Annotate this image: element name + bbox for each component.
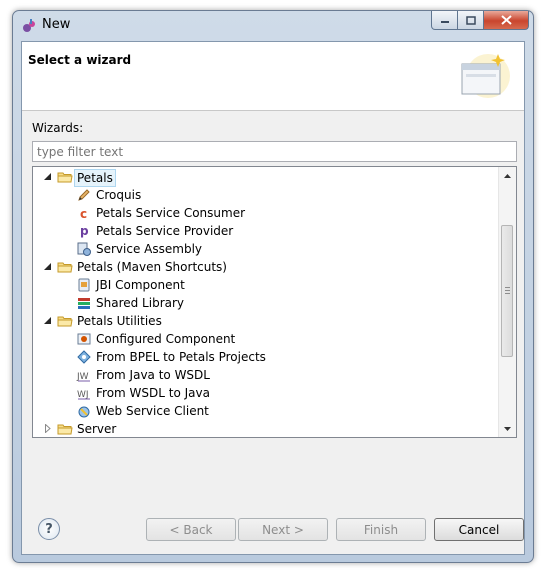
tree-category[interactable]: Server — [33, 420, 499, 437]
tree-item[interactable]: JBI Component — [33, 276, 499, 294]
folder-icon — [57, 313, 73, 329]
wizard-banner-icon — [461, 54, 510, 98]
tree-item[interactable]: Configured Component — [33, 330, 499, 348]
collapsed-arrow-icon[interactable] — [43, 424, 52, 433]
wizard-tree[interactable]: Petals Croquis c Petals Service Consumer p Pe… — [32, 166, 517, 438]
title-bar[interactable]: New — [13, 11, 533, 41]
tree-item-label: Petals Service Consumer — [96, 206, 246, 220]
wizard-header: Select a wizard — [22, 42, 524, 111]
consumer-c-icon: c — [76, 205, 92, 221]
close-button[interactable] — [484, 11, 529, 30]
folder-icon — [57, 421, 73, 437]
finish-button[interactable]: Finish — [336, 518, 426, 541]
svg-text:c: c — [80, 207, 87, 221]
folder-icon — [57, 169, 73, 185]
minimize-button[interactable] — [431, 11, 458, 30]
tree-item[interactable]: JW From Java to WSDL — [33, 366, 499, 384]
expanded-arrow-icon[interactable] — [43, 172, 52, 181]
wsdl-to-java-icon: WJ — [76, 385, 92, 401]
arrow-up-icon — [504, 173, 511, 178]
grip-line — [505, 287, 510, 288]
dialog-client-area: Select a wizard Wizards: PetalsCroquiscP… — [21, 41, 525, 555]
tree-item-label: From BPEL to Petals Projects — [96, 350, 266, 364]
tree-item[interactable]: c Petals Service Consumer — [33, 204, 499, 222]
tree-item[interactable]: Shared Library — [33, 294, 499, 312]
filter-input[interactable] — [32, 141, 517, 162]
tree-item-label: JBI Component — [96, 278, 185, 292]
tree-item-label: Petals Utilities — [77, 314, 162, 328]
tree-item[interactable]: From BPEL to Petals Projects — [33, 348, 499, 366]
svg-text:p: p — [80, 224, 89, 238]
tree-item-label: From Java to WSDL — [96, 368, 210, 382]
tree-item-label: Shared Library — [96, 296, 185, 310]
jbi-component-icon — [76, 277, 92, 293]
help-button[interactable]: ? — [38, 518, 60, 540]
grip-line — [505, 293, 510, 294]
scroll-up-arrow[interactable] — [499, 167, 516, 184]
java-to-wsdl-icon: JW — [76, 367, 92, 383]
minimize-icon — [440, 21, 449, 23]
tree-item-label: Petals — [74, 169, 116, 187]
tree-item-label: Petals (Maven Shortcuts) — [77, 260, 227, 274]
tree-item[interactable]: Web Service Client — [33, 402, 499, 420]
maximize-button[interactable] — [458, 11, 484, 30]
provider-p-icon: p — [76, 223, 92, 239]
tree-item-label: Server — [77, 422, 117, 436]
expanded-arrow-icon[interactable] — [43, 316, 52, 325]
help-icon: ? — [45, 521, 53, 537]
cancel-button[interactable]: Cancel — [434, 518, 524, 541]
maximize-icon — [465, 15, 476, 25]
bpel-icon — [76, 349, 92, 365]
configured-component-icon — [76, 331, 92, 347]
pencil-icon — [76, 187, 92, 203]
tree-item-label: Configured Component — [96, 332, 236, 346]
service-assembly-icon — [76, 241, 92, 257]
tree-item[interactable]: Croquis — [33, 186, 499, 204]
page-title: Select a wizard — [28, 53, 132, 67]
tree-category[interactable]: Petals — [33, 168, 499, 187]
wizards-label: Wizards: — [32, 121, 84, 135]
tree-item-label: Service Assembly — [96, 242, 203, 256]
shared-library-icon — [76, 295, 92, 311]
tree-category[interactable]: Petals (Maven Shortcuts) — [33, 258, 499, 276]
arrow-down-icon — [504, 426, 511, 431]
new-wizard-app-icon — [23, 19, 35, 32]
tree-item[interactable]: p Petals Service Provider — [33, 222, 499, 240]
folder-icon — [57, 259, 73, 275]
next-button[interactable]: Next > — [238, 518, 328, 541]
tree-item-label: Web Service Client — [96, 404, 209, 418]
grip-line — [505, 290, 510, 291]
tree-item[interactable]: Service Assembly — [33, 240, 499, 258]
tree-item[interactable]: WJ From WSDL to Java — [33, 384, 499, 402]
window-title: New — [42, 17, 71, 32]
expanded-arrow-icon[interactable] — [43, 262, 52, 271]
tree-item-label: From WSDL to Java — [96, 386, 210, 400]
back-button[interactable]: < Back — [146, 518, 236, 541]
scroll-down-arrow[interactable] — [499, 420, 516, 437]
tree-category[interactable]: Petals Utilities — [33, 312, 499, 330]
close-icon — [500, 15, 512, 25]
web-service-client-icon — [76, 403, 92, 419]
scroll-thumb[interactable] — [501, 225, 513, 357]
tree-item-label: Croquis — [96, 188, 142, 202]
dialog-window: New Select a wizard Wizards: type filter… — [12, 10, 534, 563]
tree-scrollbar[interactable] — [498, 167, 516, 437]
tree-item-label: Petals Service Provider — [96, 224, 234, 238]
